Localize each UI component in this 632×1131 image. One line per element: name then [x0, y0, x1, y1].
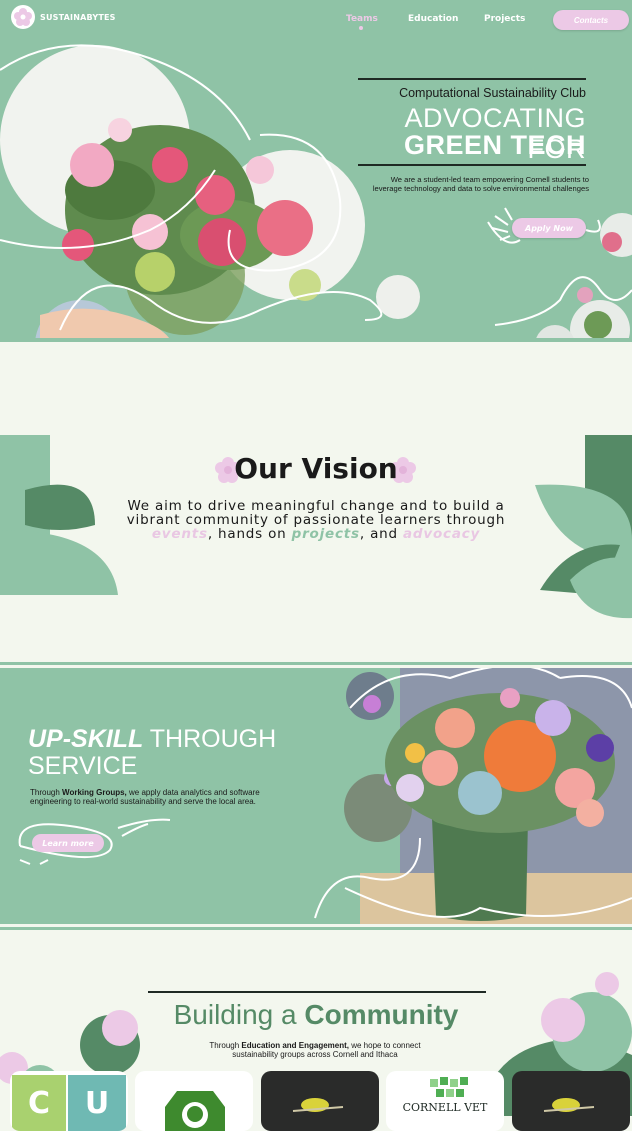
vision-em-advocacy: advocacy [402, 526, 481, 542]
hero-divider [0, 338, 632, 342]
nav-link-teams[interactable]: Teams [346, 14, 378, 24]
community-desc-part: Through [209, 1041, 242, 1050]
leaf-logo-icon [292, 1098, 344, 1112]
upskill-title-line2: SERVICE [28, 752, 138, 780]
peony-flower [257, 200, 313, 256]
community-description: Through Education and Engagement, we hop… [190, 1041, 440, 1059]
hero-small-circle [376, 275, 420, 319]
hero-section: SUSTAINABYTES Teams Education Projects C… [0, 0, 632, 338]
partner-card-leaf-2[interactable] [512, 1071, 630, 1131]
pixel-heart-icon [430, 1077, 468, 1097]
peony-flower [198, 218, 246, 266]
hydrangea-flower [396, 774, 424, 802]
community-desc-bold: Education and Engagement, [241, 1041, 349, 1050]
peony-flower [195, 175, 235, 215]
hero-title-line2: GREEN TECH [403, 130, 586, 160]
upskill-top-divider [0, 662, 632, 665]
community-title-plain: Building a [173, 999, 305, 1030]
lisianthus-flower [535, 700, 571, 736]
community-rule [148, 991, 486, 993]
stock-flower [246, 156, 274, 184]
upskill-title-em: UP-SKILL [28, 725, 144, 753]
hero-kicker: Computational Sustainability Club [399, 86, 586, 100]
nav-active-dot [359, 26, 363, 30]
vision-text: We aim to drive meaningful change and to… [110, 499, 522, 541]
hydrangea-flower [458, 771, 502, 815]
vision-text-part: We aim to drive meaningful change and to… [126, 498, 506, 528]
hero-bottom-rule [358, 164, 586, 166]
upskill-bottom-divider [0, 927, 632, 930]
community-title: Building a Community [0, 999, 632, 1031]
flower-logo-icon [11, 5, 35, 29]
brand-name: SUSTAINABYTES [40, 12, 116, 22]
partner-card-cornell-vet[interactable]: CORNELL VET [386, 1071, 504, 1131]
cornell-vet-label: CORNELL VET [402, 1101, 488, 1114]
upskill-desc-bold: Working Groups, [62, 788, 127, 797]
partner-card-leaf-1[interactable] [261, 1071, 379, 1131]
partner-card-cu[interactable]: C U [10, 1071, 128, 1131]
peony-flower [132, 214, 168, 250]
learn-more-button[interactable]: Learn more [32, 834, 104, 852]
partner-card-tree[interactable] [135, 1071, 253, 1131]
apply-now-button[interactable]: Apply Now [512, 218, 586, 238]
cu-letter-u: U [68, 1075, 126, 1131]
nav-link-projects[interactable]: Projects [484, 14, 525, 24]
vision-title: Our Vision [234, 452, 398, 485]
vision-em-projects: projects [291, 526, 360, 542]
tree-logo-icon [165, 1091, 225, 1131]
vision-em-events: events [151, 526, 208, 542]
nav-link-education[interactable]: Education [408, 14, 458, 24]
stock-flower [108, 118, 132, 142]
lisianthus-flower [586, 734, 614, 762]
hero-description: We are a student-led team empowering Cor… [372, 175, 589, 193]
vision-text-part: , and [359, 526, 403, 542]
upskill-title: UP-SKILL THROUGH SERVICE [28, 726, 276, 780]
rose-flower [435, 708, 475, 748]
hydrangea-flower [135, 252, 175, 292]
glass-vase [432, 818, 528, 921]
peony-flower [62, 229, 94, 261]
upskill-desc-part: Through [30, 788, 63, 797]
contacts-button[interactable]: Contacts [553, 10, 629, 30]
community-title-bold: Community [304, 999, 459, 1030]
upskill-description: Through Working Groups, we apply data an… [30, 788, 280, 807]
upskill-title-rest: THROUGH [143, 725, 277, 753]
hero-top-rule [358, 78, 586, 80]
hero-art [0, 44, 632, 338]
peony-flower [70, 143, 114, 187]
hero-right-circle [536, 325, 574, 338]
vision-text-part: , hands on [207, 526, 292, 542]
rose-flower [422, 750, 458, 786]
site-logo[interactable]: SUSTAINABYTES [10, 4, 116, 30]
leaf-logo-icon [543, 1098, 595, 1112]
cu-letter-c: C [12, 1075, 66, 1131]
peony-flower [152, 147, 188, 183]
